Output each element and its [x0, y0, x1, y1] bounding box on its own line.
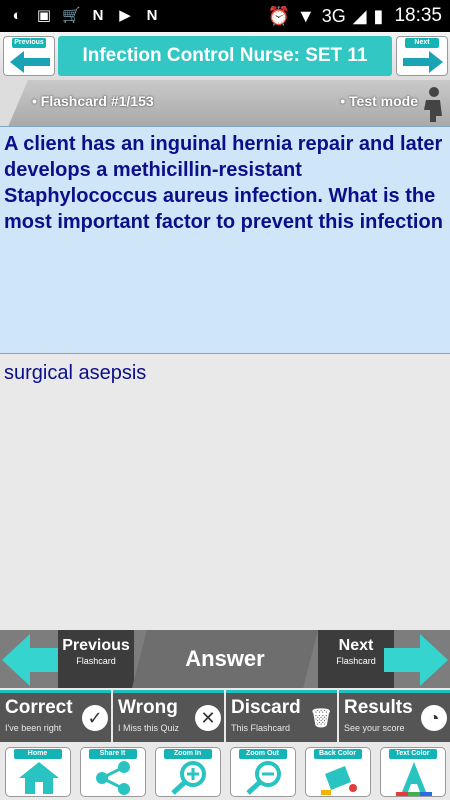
correct-button[interactable]: Correct I've been right ✓: [0, 690, 111, 742]
wrong-sub-label: I Miss this Quiz: [118, 723, 180, 733]
arrow-right-icon: [403, 51, 443, 73]
flashcard-counter: • Flashcard #1/153: [32, 93, 154, 109]
zoom-in-button[interactable]: Zoom In: [154, 747, 221, 797]
n-app-icon: N: [92, 7, 104, 24]
correct-label: Correct: [5, 697, 73, 718]
show-answer-button[interactable]: Answer: [132, 630, 318, 688]
home-label: Home: [13, 749, 62, 759]
home-icon: [18, 762, 59, 794]
header-stripe: [0, 80, 28, 126]
battery-icon: ▮: [373, 5, 384, 26]
n-app-icon-2: N: [146, 7, 158, 24]
text-color-button[interactable]: Text Color: [379, 747, 446, 797]
next-set-button[interactable]: Next: [396, 36, 448, 76]
cross-icon: ✕: [195, 705, 221, 731]
text-color-label: Text Color: [388, 749, 437, 759]
flashcard-nav: Previous Flashcard Answer Next Flashcard: [0, 630, 450, 688]
pie-chart-icon: ◔: [421, 705, 447, 731]
previous-arrow-icon[interactable]: [0, 632, 66, 688]
previous-sub-label: Flashcard: [76, 656, 116, 666]
test-mode-label: • Test mode: [340, 93, 418, 109]
wrong-button[interactable]: Wrong I Miss this Quiz ✕: [113, 690, 224, 742]
previous-flashcard-button[interactable]: Previous Flashcard: [58, 630, 134, 688]
share-button[interactable]: Share It: [79, 747, 146, 797]
next-flashcard-button[interactable]: Next Flashcard: [318, 630, 394, 688]
tool-row: Home Share It Zoom In Zoom Out Back Colo…: [0, 744, 450, 800]
previous-tab-label: Previous: [12, 38, 46, 48]
answer-text: surgical asepsis: [0, 355, 450, 630]
paint-bucket-icon: [320, 766, 357, 795]
correct-sub-label: I've been right: [5, 723, 62, 733]
zoom-in-label: Zoom In: [163, 749, 212, 759]
results-button[interactable]: Results See your score ◔: [339, 690, 450, 742]
status-bar: ◐ ▣ 🛒 N ▶ N ⏰ ▼ 3G ◢ ▮ 18:35: [0, 0, 450, 32]
signal-icon: ◢: [352, 5, 367, 26]
discard-sub-label: This Flashcard: [231, 723, 291, 733]
youtube-icon: ▶: [119, 7, 131, 24]
action-row: Correct I've been right ✓ Wrong I Miss t…: [0, 688, 450, 744]
checkmark-icon: ✓: [82, 705, 108, 731]
discard-label: Discard: [231, 697, 301, 718]
clock: 18:35: [394, 5, 442, 26]
wrong-label: Wrong: [118, 697, 178, 718]
next-sub-label: Flashcard: [336, 656, 376, 666]
alarm-icon: ⏰: [267, 5, 290, 26]
title-bar: Previous Infection Control Nurse: SET 11…: [0, 32, 450, 80]
zoom-out-label: Zoom Out: [238, 749, 287, 759]
message-icon: ▣: [36, 7, 52, 24]
zoom-in-icon: [170, 761, 206, 795]
question-text: A client has an inguinal hernia repair a…: [0, 126, 450, 354]
previous-set-button[interactable]: Previous: [3, 36, 55, 76]
next-tab-label: Next: [405, 38, 439, 48]
zoom-out-icon: [245, 761, 281, 795]
arrow-left-icon: [10, 51, 50, 73]
next-label: Next: [338, 637, 374, 654]
wifi-icon: ▼: [296, 5, 315, 26]
page-title: Infection Control Nurse: SET 11: [58, 36, 392, 76]
share-label: Share It: [88, 749, 137, 759]
zoom-out-button[interactable]: Zoom Out: [229, 747, 296, 797]
cart-icon: 🛒: [62, 7, 81, 24]
next-arrow-icon[interactable]: [384, 632, 450, 688]
share-icon: [95, 761, 130, 795]
person-icon: [424, 87, 442, 122]
results-sub-label: See your score: [344, 723, 405, 733]
flashcard-header: • Flashcard #1/153 • Test mode: [0, 80, 450, 126]
discard-button[interactable]: Discard This Flashcard 🗑: [226, 690, 337, 742]
network-type: 3G: [321, 5, 346, 26]
trash-icon: 🗑: [309, 708, 333, 728]
home-button[interactable]: Home: [4, 747, 71, 797]
text-color-icon: [395, 762, 432, 796]
results-label: Results: [344, 697, 413, 718]
data-saver-icon: ◐: [12, 7, 22, 24]
back-color-button[interactable]: Back Color: [304, 747, 371, 797]
back-color-label: Back Color: [313, 749, 362, 759]
previous-label: Previous: [62, 637, 130, 654]
